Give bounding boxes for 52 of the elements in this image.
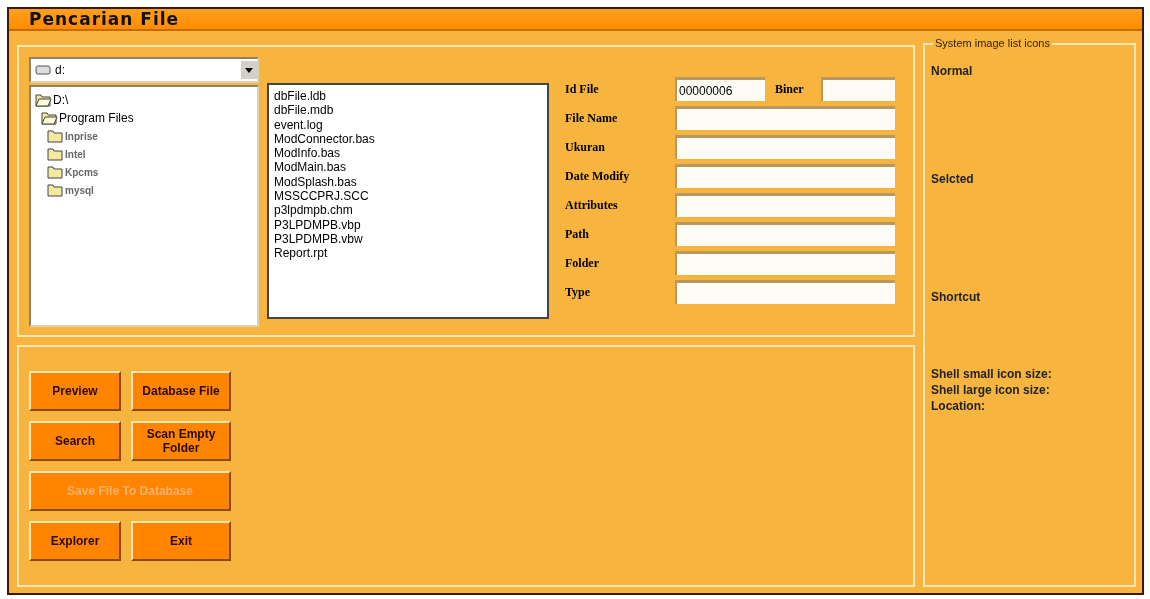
file-item[interactable]: p3lpdmpb.chm xyxy=(274,203,542,218)
file-item[interactable]: ModSplash.bas xyxy=(274,174,542,190)
file-item[interactable]: ModConnector.bas xyxy=(274,131,542,147)
drive-dropdown[interactable]: d: xyxy=(29,57,259,83)
action-button[interactable]: Exit xyxy=(131,521,231,561)
action-button[interactable]: Database File xyxy=(131,371,231,411)
field-label: Path xyxy=(565,226,590,242)
action-button[interactable]: Explorer xyxy=(29,521,121,561)
file-item[interactable]: Report.rpt xyxy=(274,246,542,261)
file-item[interactable]: dbFile.mdb xyxy=(274,103,542,118)
field-label: Attributes xyxy=(565,197,619,213)
input-field[interactable] xyxy=(675,280,895,304)
info-label: Location: xyxy=(931,399,986,413)
tree-item[interactable]: Program Files xyxy=(59,111,134,125)
tree-item[interactable]: Intel xyxy=(65,148,86,160)
group-title: System image list icons xyxy=(933,37,1052,49)
field-label: File Name xyxy=(565,110,619,126)
tree-item[interactable]: Inprise xyxy=(65,130,98,142)
drive-icon xyxy=(35,65,51,75)
field-label: Type xyxy=(565,284,592,300)
field-label: Biner xyxy=(774,81,805,97)
field-label: Date Modify xyxy=(565,168,631,184)
file-item[interactable]: P3LPDMPB.vbp xyxy=(274,217,542,232)
input-field[interactable] xyxy=(675,193,895,217)
input-field[interactable] xyxy=(675,251,895,275)
section-label: Selcted xyxy=(931,172,974,186)
biner-field[interactable] xyxy=(821,77,895,101)
input-field[interactable] xyxy=(675,106,895,130)
field-label: Folder xyxy=(565,255,600,271)
tree-item[interactable]: Kpcms xyxy=(65,166,99,178)
section-label: Shortcut xyxy=(931,290,981,304)
file-item[interactable]: ModInfo.bas xyxy=(274,146,542,161)
info-label: Shell large icon size: xyxy=(931,383,1051,397)
file-item[interactable]: MSSCCPRJ.SCC xyxy=(274,189,542,204)
file-item[interactable]: dbFile.ldb xyxy=(274,89,542,104)
info-label: Shell small icon size: xyxy=(931,367,1053,381)
window-title: Pencarian File xyxy=(29,9,180,29)
file-item[interactable]: P3LPDMPB.vbw xyxy=(274,231,542,247)
tree-item[interactable]: D:\ xyxy=(53,93,69,107)
input-field[interactable] xyxy=(675,164,895,188)
section-label: Normal xyxy=(931,64,973,78)
field-label: Ukuran xyxy=(565,139,606,155)
file-item[interactable]: ModMain.bas xyxy=(274,160,542,175)
input-field[interactable] xyxy=(675,222,895,246)
action-button[interactable]: Scan Empty Folder xyxy=(131,421,231,461)
tree-item[interactable]: mysql xyxy=(65,184,94,196)
file-item[interactable]: event.log xyxy=(274,117,542,132)
id-file-field[interactable]: 00000006 xyxy=(675,77,765,101)
field-label: Id File xyxy=(565,81,600,97)
action-button[interactable]: Preview xyxy=(29,371,121,411)
action-button[interactable]: Search xyxy=(29,421,121,461)
input-field[interactable] xyxy=(675,135,895,159)
